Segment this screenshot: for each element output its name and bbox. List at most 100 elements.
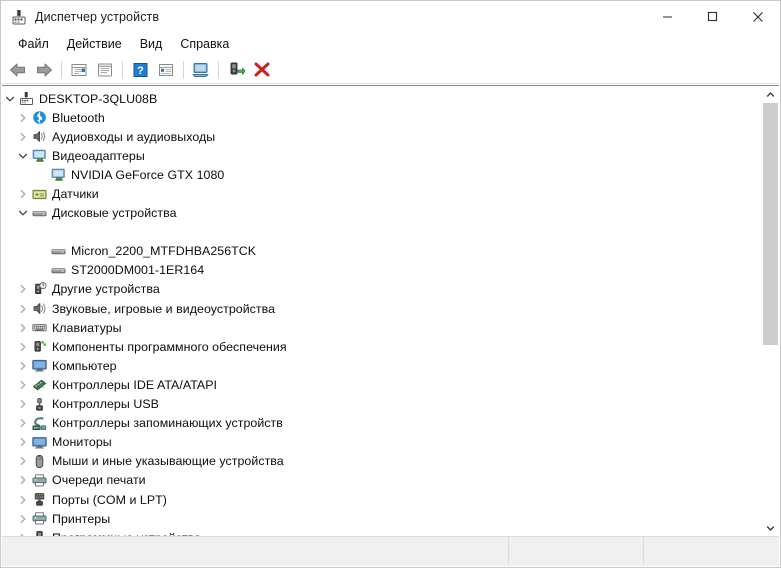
menu-help[interactable]: Справка [171, 35, 238, 53]
minimize-button[interactable] [645, 1, 690, 32]
tree-item-bluetooth[interactable]: Bluetooth [15, 108, 761, 127]
tree-item-other-devices[interactable]: ? Другие устройства [15, 280, 761, 299]
tree-item-label: NVIDIA GeForce GTX 1080 [71, 167, 225, 182]
chevron-right-icon[interactable] [15, 375, 31, 394]
tree-item-software-components[interactable]: Компоненты программного обеспечения [15, 337, 761, 356]
forward-button[interactable] [31, 58, 57, 82]
mouse-icon [31, 453, 47, 469]
tree-item-label: Компоненты программного обеспечения [52, 339, 287, 354]
chevron-right-icon[interactable] [15, 452, 31, 471]
back-button[interactable] [5, 58, 31, 82]
bluetooth-icon [31, 110, 47, 126]
tree-item-monitors[interactable]: Мониторы [15, 433, 761, 452]
scroll-up-button[interactable] [762, 86, 779, 103]
back-arrow-icon [10, 63, 25, 76]
tree-item-disk-drives[interactable]: Дисковые устройства [15, 204, 761, 223]
properties-button[interactable] [92, 58, 118, 82]
svg-text:?: ? [41, 284, 44, 290]
chevron-down-icon[interactable] [15, 204, 31, 223]
toolbar-separator-3 [183, 60, 184, 79]
chevron-right-icon[interactable] [15, 108, 31, 127]
chevron-down-icon[interactable] [2, 89, 18, 108]
tree-root-label: DESKTOP-3QLU08B [39, 91, 158, 106]
chevron-right-icon[interactable] [15, 509, 31, 528]
tree-item-ports[interactable]: Порты (COM и LPT) [15, 490, 761, 509]
chevron-right-icon[interactable] [15, 471, 31, 490]
tree-item-label: Аудиовходы и аудиовыходы [52, 129, 216, 144]
chevron-right-icon[interactable] [15, 299, 31, 318]
disk-drive-icon [50, 243, 66, 259]
show-hidden-devices-button[interactable] [66, 58, 92, 82]
scan-hardware-changes-icon [192, 63, 209, 77]
titlebar: Диспетчер устройств [1, 1, 780, 32]
port-icon [31, 492, 47, 508]
audio-icon [31, 129, 47, 145]
uninstall-device-button[interactable] [249, 58, 275, 82]
chevron-down-icon[interactable] [15, 146, 31, 165]
tree-item-usb-controllers[interactable]: Контроллеры USB [15, 395, 761, 414]
help-button[interactable]: ? [127, 58, 153, 82]
device-manager-icon [10, 8, 28, 26]
vertical-scrollbar[interactable] [761, 86, 779, 537]
chevron-right-icon[interactable] [15, 490, 31, 509]
toolbar-separator [61, 60, 62, 79]
tree-item-label: Другие устройства [52, 282, 160, 297]
chevron-right-icon[interactable] [15, 395, 31, 414]
tree-item-computer[interactable]: Компьютер [15, 356, 761, 375]
scroll-thumb[interactable] [763, 103, 778, 345]
ide-controller-icon [31, 377, 47, 393]
menu-file[interactable]: Файл [9, 35, 58, 53]
scroll-track[interactable] [762, 103, 779, 520]
sensor-icon [31, 186, 47, 202]
help-icon: ? [133, 62, 147, 77]
close-button[interactable] [735, 1, 780, 32]
tree-item-label: Порты (COM и LPT) [52, 492, 167, 507]
storage-controller-icon [31, 415, 47, 431]
chevron-right-icon[interactable] [15, 356, 31, 375]
update-driver-button[interactable] [223, 58, 249, 82]
tree-item-display-adapters[interactable]: Видеоадаптеры [15, 146, 761, 165]
statusbar [2, 536, 779, 566]
tree-item-audio-io[interactable]: Аудиовходы и аудиовыходы [15, 127, 761, 146]
tree-item-seagate-disk[interactable]: ST2000DM001-1ER164 [50, 261, 761, 280]
chevron-right-icon[interactable] [15, 433, 31, 452]
maximize-button[interactable] [690, 1, 735, 32]
usb-controller-icon [31, 396, 47, 412]
menu-action[interactable]: Действие [58, 35, 131, 53]
chevron-right-icon[interactable] [15, 414, 31, 433]
update-driver-icon [230, 62, 245, 75]
tree-root-node[interactable]: DESKTOP-3QLU08B [2, 89, 761, 108]
tree-item-sound-video-game[interactable]: Звуковые, игровые и видеоустройства [15, 299, 761, 318]
computer-icon [31, 358, 47, 374]
scan-hardware-changes-button[interactable] [188, 58, 214, 82]
chevron-right-icon[interactable] [15, 337, 31, 356]
menu-view[interactable]: Вид [131, 35, 172, 53]
device-tree[interactable]: DESKTOP-3QLU08B Bluetooth Аудиовходы и а… [2, 86, 761, 537]
computer-node-icon [18, 91, 34, 107]
tree-item-print-queues[interactable]: Очереди печати [15, 471, 761, 490]
tree-item-ide-controllers[interactable]: Контроллеры IDE ATA/ATAPI [15, 375, 761, 394]
tree-item-micron-disk[interactable]: Micron_2200_MTFDHBA256TCK [50, 242, 761, 261]
tree-item-label: Датчики [52, 187, 99, 202]
toolbar-separator-2 [122, 60, 123, 79]
keyboard-icon [31, 320, 47, 336]
toolbar-separator-4 [218, 60, 219, 79]
device-list-button[interactable] [153, 58, 179, 82]
tree-item-mice[interactable]: Мыши и иные указывающие устройства [15, 452, 761, 471]
disk-drive-icon [50, 262, 66, 278]
tree-item-label: Очереди печати [52, 473, 146, 488]
chevron-right-icon[interactable] [15, 127, 31, 146]
tree-item-storage-controllers[interactable]: Контроллеры запоминающих устройств [15, 414, 761, 433]
tree-item-nvidia-gpu[interactable]: NVIDIA GeForce GTX 1080 [50, 165, 761, 184]
scroll-down-button[interactable] [762, 520, 779, 537]
tree-item-printers[interactable]: Принтеры [15, 509, 761, 528]
tree-item-keyboards[interactable]: Клавиатуры [15, 318, 761, 337]
tree-item-sensors[interactable]: Датчики [15, 184, 761, 203]
monitor-icon [31, 434, 47, 450]
chevron-right-icon[interactable] [15, 318, 31, 337]
chevron-down-icon [766, 526, 775, 531]
chevron-right-icon[interactable] [15, 185, 31, 204]
chevron-right-icon[interactable] [15, 280, 31, 299]
disk-drive-icon [31, 205, 47, 221]
tree-item-label: Клавиатуры [52, 320, 122, 335]
